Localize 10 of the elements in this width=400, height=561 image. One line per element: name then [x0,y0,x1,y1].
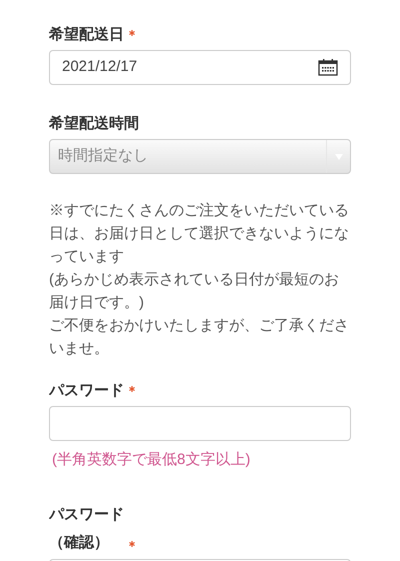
field-label: （確認） [49,532,110,552]
field-hint: (半角英数字で最低8文字以上) [52,450,252,470]
field-label: 希望配送時間 [49,114,139,134]
note-text: ※すでにたくさんのご注文をいただいている日は、お届け日として選択できないようになっています [49,201,350,267]
note-text: (あらかじめ表示されている日付が最短のお届け日です。) [49,270,340,313]
field-label: 希望配送日 [49,25,124,45]
password-field[interactable] [49,406,351,441]
calendar-icon[interactable] [318,59,338,76]
date-field[interactable]: 2021/12/17 [49,50,351,85]
note-text: ご不便をおかけいたしますが、ご了承くださいませ。 [49,316,350,359]
